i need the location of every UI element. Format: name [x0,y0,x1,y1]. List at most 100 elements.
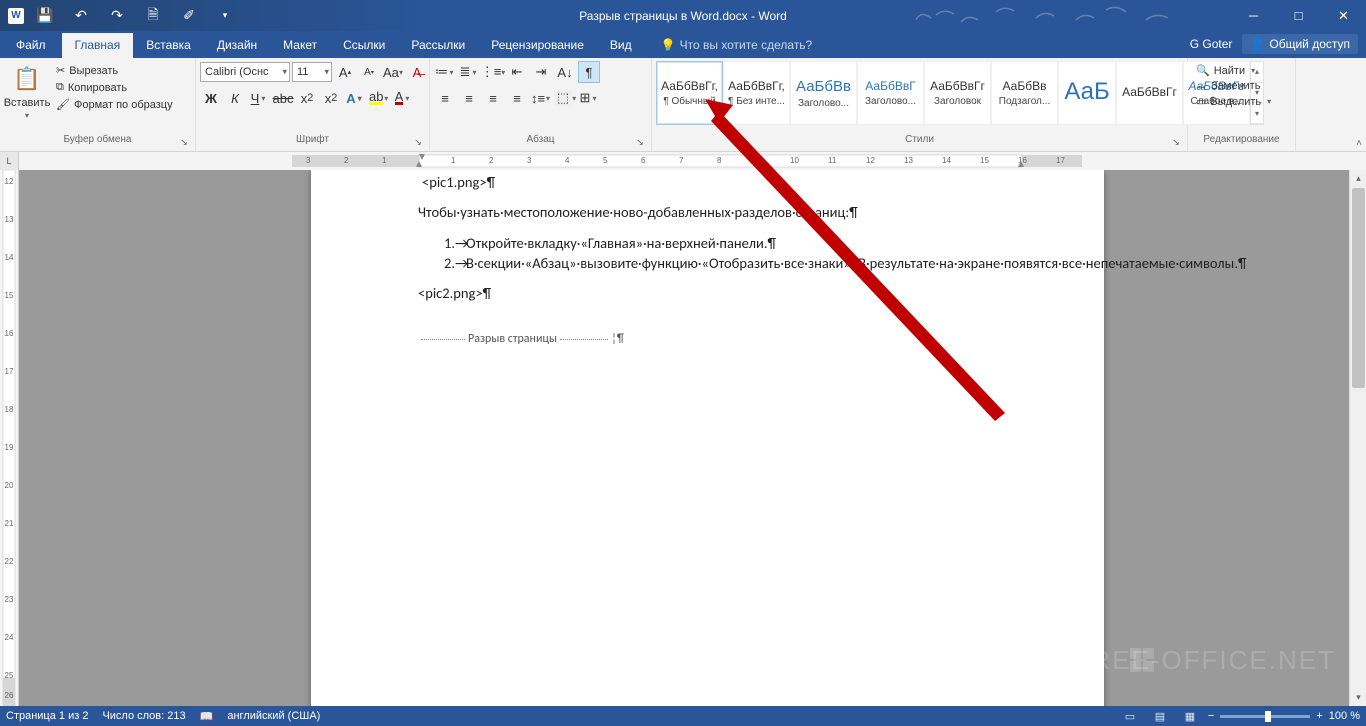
grow-font-button[interactable]: A▴ [334,61,356,83]
zoom-out-button[interactable]: − [1208,710,1214,722]
bold-button[interactable]: Ж [200,87,222,109]
collapse-ribbon-button[interactable]: ˄ [1356,138,1362,149]
shading-button[interactable]: ⬚▾ [554,87,576,109]
style-subtitle[interactable]: АаБбВвПодзагол... [991,61,1058,125]
qat-redo-icon[interactable]: ↷ [102,4,132,28]
view-web-layout[interactable]: ▦ [1178,707,1202,725]
borders-button[interactable]: ⊞▾ [578,87,600,109]
svg-text:1: 1 [382,156,387,165]
person-icon: 👤 [1250,37,1265,51]
qat-draw-icon[interactable]: ✐ [174,4,204,28]
maximize-button[interactable]: □ [1276,0,1321,31]
align-center-button[interactable]: ≡ [458,87,480,109]
numbering-button[interactable]: ≣▾ [458,61,480,83]
qat-new-icon[interactable]: 🗎 [138,4,168,28]
user-name[interactable]: G Goter [1190,37,1233,51]
scrollbar-thumb[interactable] [1352,188,1365,388]
style-extra[interactable]: АаБбВвГг [1116,61,1183,125]
status-language[interactable]: английский (США) [227,710,320,722]
tab-mailings[interactable]: Рассылки [398,33,478,58]
increase-indent-button[interactable]: ⇥ [530,61,552,83]
replace-button[interactable]: ↔Заменить [1192,79,1277,93]
vertical-scrollbar[interactable]: ▴ ▾ [1349,170,1366,706]
bullets-button[interactable]: ≔▾ [434,61,456,83]
font-color-button[interactable]: A▾ [392,87,414,109]
align-left-button[interactable]: ≡ [434,87,456,109]
paragraph-dialog-launcher[interactable]: ↘ [634,137,646,149]
multilevel-list-button[interactable]: ⋮≡▾ [482,61,504,83]
svg-text:2: 2 [489,156,494,165]
tab-review[interactable]: Рецензирование [478,33,597,58]
font-size-combo[interactable]: 11▾ [292,62,332,82]
sort-button[interactable]: A↓ [554,61,576,83]
status-page[interactable]: Страница 1 из 2 [6,710,88,722]
zoom-level[interactable]: 100 % [1329,710,1360,722]
subscript-button[interactable]: x2 [296,87,318,109]
zoom-slider[interactable] [1220,715,1310,718]
minimize-button[interactable]: ─ [1231,0,1276,31]
cut-button[interactable]: ✂Вырезать [52,63,177,78]
zoom-in-button[interactable]: + [1316,710,1322,722]
qat-save-icon[interactable]: 💾 [30,4,60,28]
shrink-font-button[interactable]: A▾ [358,61,380,83]
tab-file[interactable]: Файл [0,33,62,58]
svg-text:17: 17 [5,367,14,376]
tab-home[interactable]: Главная [62,33,134,58]
close-button[interactable]: ✕ [1321,0,1366,31]
styles-dialog-launcher[interactable]: ↘ [1170,137,1182,149]
svg-text:11: 11 [828,156,837,165]
clear-formatting-button[interactable]: A̶ [406,61,428,83]
style-gallery: АаБбВвГг,¶ Обычный АаБбВвГг,¶ Без инте..… [656,61,1264,125]
copy-button[interactable]: ⧉Копировать [52,80,177,95]
justify-button[interactable]: ≡ [506,87,528,109]
status-word-count[interactable]: Число слов: 213 [102,710,185,722]
paste-button[interactable]: 📋 Вставить ▾ [4,61,50,122]
tab-view[interactable]: Вид [597,33,645,58]
view-read-mode[interactable]: ▭ [1118,707,1142,725]
scissors-icon: ✂ [56,64,65,77]
style-heading2[interactable]: АаБбВвГЗаголово... [857,61,924,125]
change-case-button[interactable]: Aa▾ [382,61,404,83]
zoom-thumb[interactable] [1265,711,1271,722]
document-canvas[interactable]: <pic1.png>¶ Чтобы·узнать·местоположение·… [19,170,1366,706]
scroll-down-icon[interactable]: ▾ [1350,689,1366,706]
line-spacing-button[interactable]: ↕≡▾ [530,87,552,109]
proofing-icon[interactable]: 📖 [200,710,214,723]
format-painter-button[interactable]: 🖌Формат по образцу [52,97,177,112]
tab-layout[interactable]: Макет [270,33,330,58]
highlight-button[interactable]: ab▾ [368,87,390,109]
show-hide-button[interactable]: ¶ [578,61,600,83]
scroll-up-icon[interactable]: ▴ [1350,170,1366,187]
vertical-ruler[interactable]: 12131415 16171819 20212223 2425 26 [0,170,19,706]
italic-button[interactable]: К [224,87,246,109]
tell-me-search[interactable]: 💡 Что вы хотите сделать? [661,38,813,58]
svg-text:14: 14 [942,156,951,165]
horizontal-ruler[interactable]: 12345 678910 1112131415 1617 123 [19,152,1366,170]
share-button[interactable]: 👤 Общий доступ [1242,34,1358,54]
style-heading1[interactable]: АаБбВвЗаголово... [790,61,857,125]
qat-customize-icon[interactable]: ▾ [210,4,240,28]
tab-design[interactable]: Дизайн [204,33,270,58]
tab-insert[interactable]: Вставка [133,33,204,58]
strikethrough-button[interactable]: abc [272,87,294,109]
select-button[interactable]: ▭Выделить▾ [1192,94,1277,109]
clipboard-dialog-launcher[interactable]: ↘ [178,137,190,149]
style-title[interactable]: АаБ [1058,61,1116,125]
ribbon-tabs: Файл Главная Вставка Дизайн Макет Ссылки… [0,31,1366,58]
text-effects-button[interactable]: A▾ [344,87,366,109]
align-right-button[interactable]: ≡ [482,87,504,109]
font-dialog-launcher[interactable]: ↘ [412,137,424,149]
ruler-row: L 12345 678910 1112131415 1617 123 [0,152,1366,170]
underline-button[interactable]: Ч▾ [248,87,270,109]
find-button[interactable]: 🔍Найти▾ [1192,63,1277,78]
style-normal[interactable]: АаБбВвГг,¶ Обычный [656,61,723,125]
decrease-indent-button[interactable]: ⇤ [506,61,528,83]
qat-undo-icon[interactable]: ↶ [66,4,96,28]
style-title0[interactable]: АаБбВвГгЗаголовок [924,61,991,125]
superscript-button[interactable]: x2 [320,87,342,109]
view-print-layout[interactable]: ▤ [1148,707,1172,725]
svg-text:22: 22 [5,557,14,566]
tab-references[interactable]: Ссылки [330,33,398,58]
font-name-combo[interactable]: Calibri (Оснс▾ [200,62,290,82]
style-no-spacing[interactable]: АаБбВвГг,¶ Без инте... [723,61,790,125]
